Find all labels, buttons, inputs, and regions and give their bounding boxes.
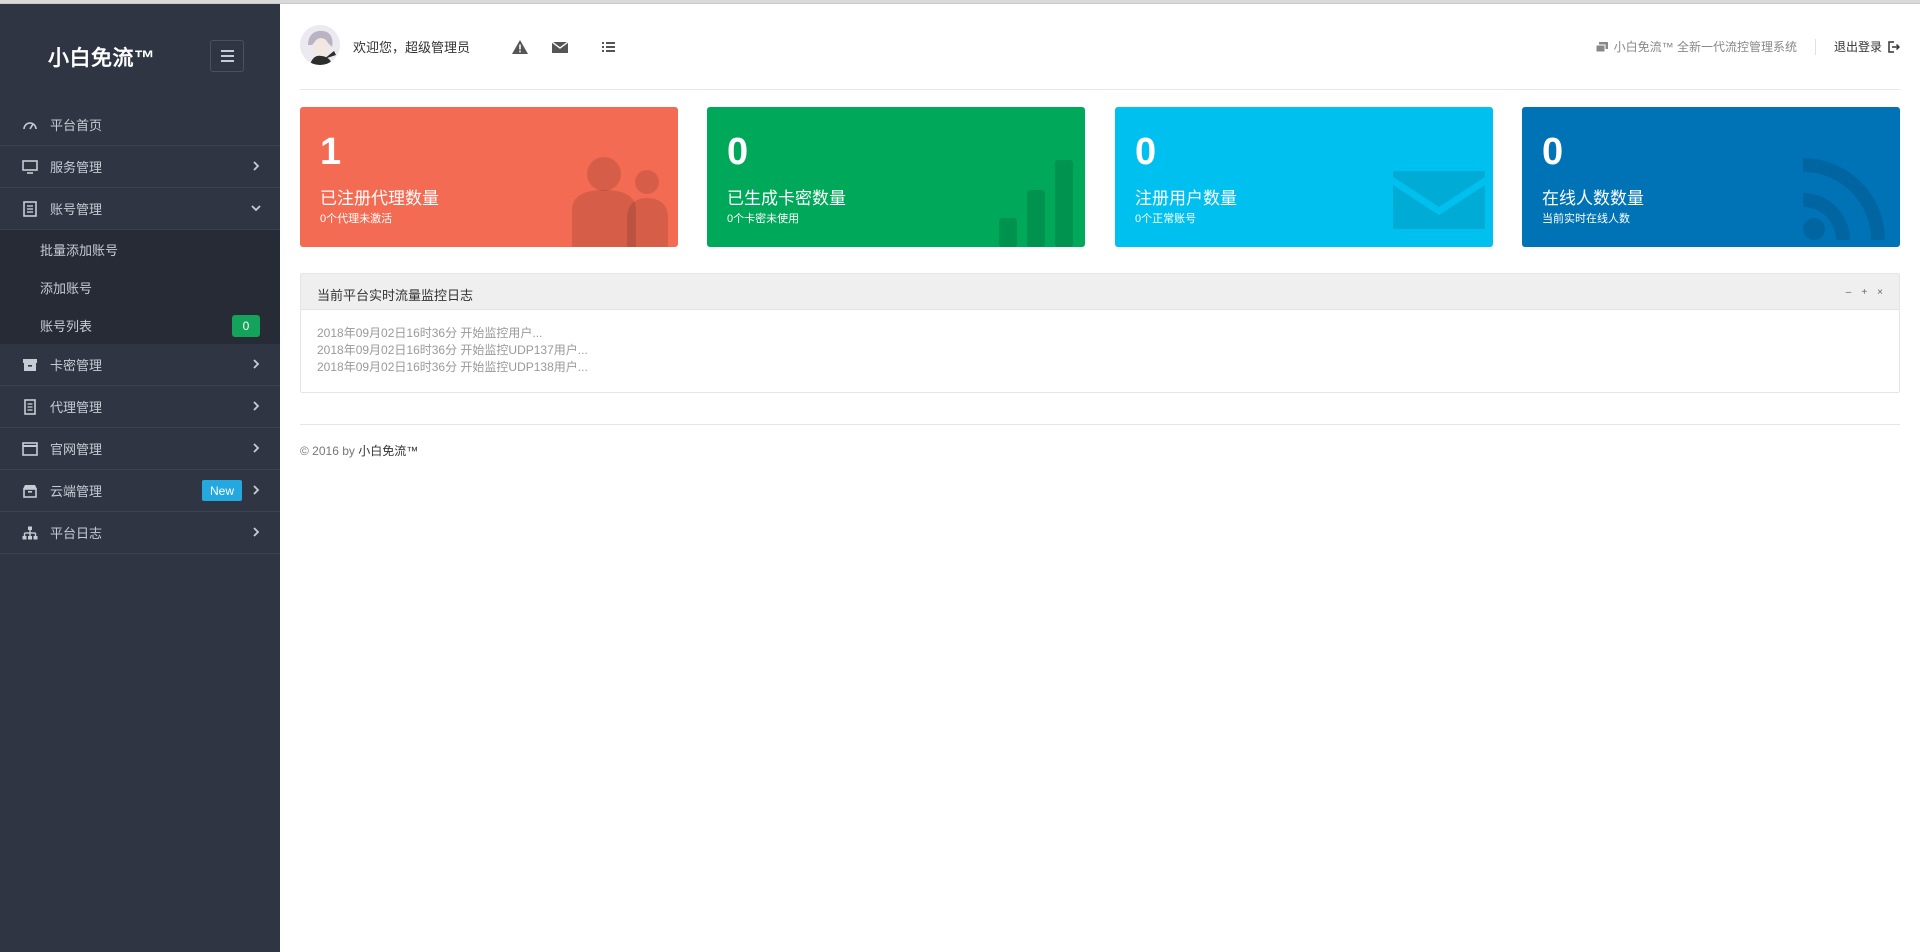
stat-card-agents[interactable]: 1 已注册代理数量 0个代理未激活 (300, 107, 678, 247)
stat-subtitle: 当前实时在线人数 (1542, 213, 1630, 225)
brand: 小白免流™ (0, 4, 280, 104)
stat-subtitle: 0个代理未激活 (320, 213, 393, 225)
logout-label: 退出登录 (1833, 40, 1882, 54)
brand-title: 小白免流™ (48, 47, 156, 70)
avatar[interactable] (300, 25, 340, 65)
windows-icon (1595, 41, 1608, 52)
panel-title: 当前平台实时流量监控日志 (317, 288, 474, 303)
sidebar-item-label: 云端管理 (50, 484, 103, 499)
chevron-right-icon (253, 443, 260, 453)
log-line: 2018年09月02日16时36分 开始监控用户... (317, 326, 543, 340)
rss-icon (1803, 158, 1885, 240)
expand-button[interactable]: + (1861, 287, 1867, 298)
envelope-icon (1393, 171, 1485, 229)
submenu-item-label: 账号列表 (40, 318, 93, 334)
stat-value: 1 (320, 131, 342, 173)
log-line: 2018年09月02日16时36分 开始监控UDP137用户... (317, 343, 588, 357)
stat-card-cards[interactable]: 0 已生成卡密数量 0个卡密未使用 (707, 107, 1085, 247)
stat-card-online[interactable]: 0 在线人数数量 当前实时在线人数 (1522, 107, 1900, 247)
system-name-text: 小白免流™ 全新一代流控管理系统 (1613, 40, 1797, 54)
submenu-item-batch-add[interactable]: 批量添加账号 (0, 230, 280, 268)
sidebar-item-website[interactable]: 官网管理 (0, 428, 280, 470)
sidebar-item-agent[interactable]: 代理管理 (0, 386, 280, 428)
sidebar-item-label: 平台首页 (50, 118, 103, 133)
logout-button[interactable]: 退出登录 (1834, 38, 1900, 55)
sidebar-item-label: 代理管理 (50, 400, 103, 415)
chevron-right-icon (253, 527, 260, 537)
envelope-icon[interactable] (551, 39, 569, 55)
sidebar-item-card[interactable]: 卡密管理 (0, 344, 280, 386)
log-line: 2018年09月02日16时36分 开始监控UDP138用户... (317, 360, 588, 374)
users-icon (572, 157, 668, 247)
document-icon (22, 200, 38, 217)
bar-chart-icon (999, 160, 1073, 247)
account-count-badge: 0 (232, 315, 260, 337)
sidebar-item-label: 账号管理 (50, 202, 103, 217)
chevron-right-icon (253, 359, 260, 369)
panel-tools: – + × (1846, 287, 1883, 298)
footer-brand: 小白免流™ (358, 444, 419, 458)
traffic-log-panel: 当前平台实时流量监控日志 – + × 2018年09月02日16时36分 开始监… (300, 273, 1900, 393)
sidebar-item-service[interactable]: 服务管理 (0, 146, 280, 188)
sidebar: 小白免流™ 平台首页 服务管理 账号管理 批量添加账号 添加账号 账号列表 0 … (0, 4, 280, 952)
system-name: 小白免流™ 全新一代流控管理系统 (1595, 38, 1816, 55)
stat-card-users[interactable]: 0 注册用户数量 0个正常账号 (1115, 107, 1493, 247)
monitor-icon (22, 159, 38, 175)
panel-header: 当前平台实时流量监控日志 – + × (301, 274, 1899, 310)
submenu-item-label: 批量添加账号 (40, 242, 119, 258)
sidebar-toggle-button[interactable] (210, 40, 244, 72)
log-lines: 2018年09月02日16时36分 开始监控用户... 2018年09月02日1… (301, 310, 1899, 376)
stat-value: 0 (1542, 131, 1564, 173)
archive-icon (22, 357, 38, 373)
sidebar-item-label: 卡密管理 (50, 358, 103, 373)
stat-subtitle: 0个正常账号 (1135, 213, 1197, 225)
sign-out-icon (1888, 40, 1900, 53)
footer-divider (300, 424, 1900, 425)
box-icon (22, 483, 38, 499)
stat-title: 已生成卡密数量 (727, 189, 846, 208)
account-submenu: 批量添加账号 添加账号 账号列表 0 (0, 230, 280, 344)
stat-title: 在线人数数量 (1542, 189, 1644, 208)
list-doc-icon (22, 398, 38, 415)
sitemap-icon (22, 525, 38, 541)
sidebar-item-label: 官网管理 (50, 442, 103, 457)
chevron-right-icon (253, 161, 260, 171)
welcome-text: 欢迎您，超级管理员 (353, 40, 471, 55)
stat-title: 已注册代理数量 (320, 189, 439, 208)
chevron-right-icon (253, 485, 260, 495)
sidebar-item-logs[interactable]: 平台日志 (0, 512, 280, 554)
stat-value: 0 (727, 131, 749, 173)
task-list-icon[interactable] (600, 39, 618, 55)
footer: © 2016 by 小白免流™ (300, 442, 418, 459)
top-header: 欢迎您，超级管理员 小白免流™ 全新一代流控管理系统 退出登录 (300, 4, 1900, 90)
stat-title: 注册用户数量 (1135, 189, 1237, 208)
close-button[interactable]: × (1877, 287, 1883, 298)
collapse-button[interactable]: – (1846, 287, 1852, 298)
sidebar-item-label: 服务管理 (50, 160, 103, 175)
sidebar-item-label: 平台日志 (50, 526, 103, 541)
stat-subtitle: 0个卡密未使用 (727, 213, 800, 225)
sidebar-item-cloud[interactable]: 云端管理 New (0, 470, 280, 512)
sidebar-menu: 平台首页 服务管理 账号管理 批量添加账号 添加账号 账号列表 0 卡密管理 代… (0, 104, 280, 554)
header-right: 小白免流™ 全新一代流控管理系统 退出登录 (1595, 38, 1900, 55)
footer-copyright: © 2016 by (300, 444, 355, 458)
dashboard-icon (22, 117, 38, 133)
stat-cards: 1 已注册代理数量 0个代理未激活 0 已生成卡密数量 0个卡密未使用 0 注册… (300, 107, 1900, 247)
chevron-right-icon (253, 401, 260, 411)
submenu-item-label: 添加账号 (40, 280, 93, 296)
stat-value: 0 (1135, 131, 1157, 173)
submenu-item-add-account[interactable]: 添加账号 (0, 268, 280, 306)
chevron-down-icon (251, 205, 261, 212)
sidebar-item-account[interactable]: 账号管理 (0, 188, 280, 230)
window-icon (22, 441, 38, 457)
warning-icon[interactable] (511, 39, 529, 55)
new-badge: New (201, 480, 242, 501)
submenu-item-account-list[interactable]: 账号列表 0 (0, 306, 280, 344)
sidebar-item-dashboard[interactable]: 平台首页 (0, 104, 280, 146)
